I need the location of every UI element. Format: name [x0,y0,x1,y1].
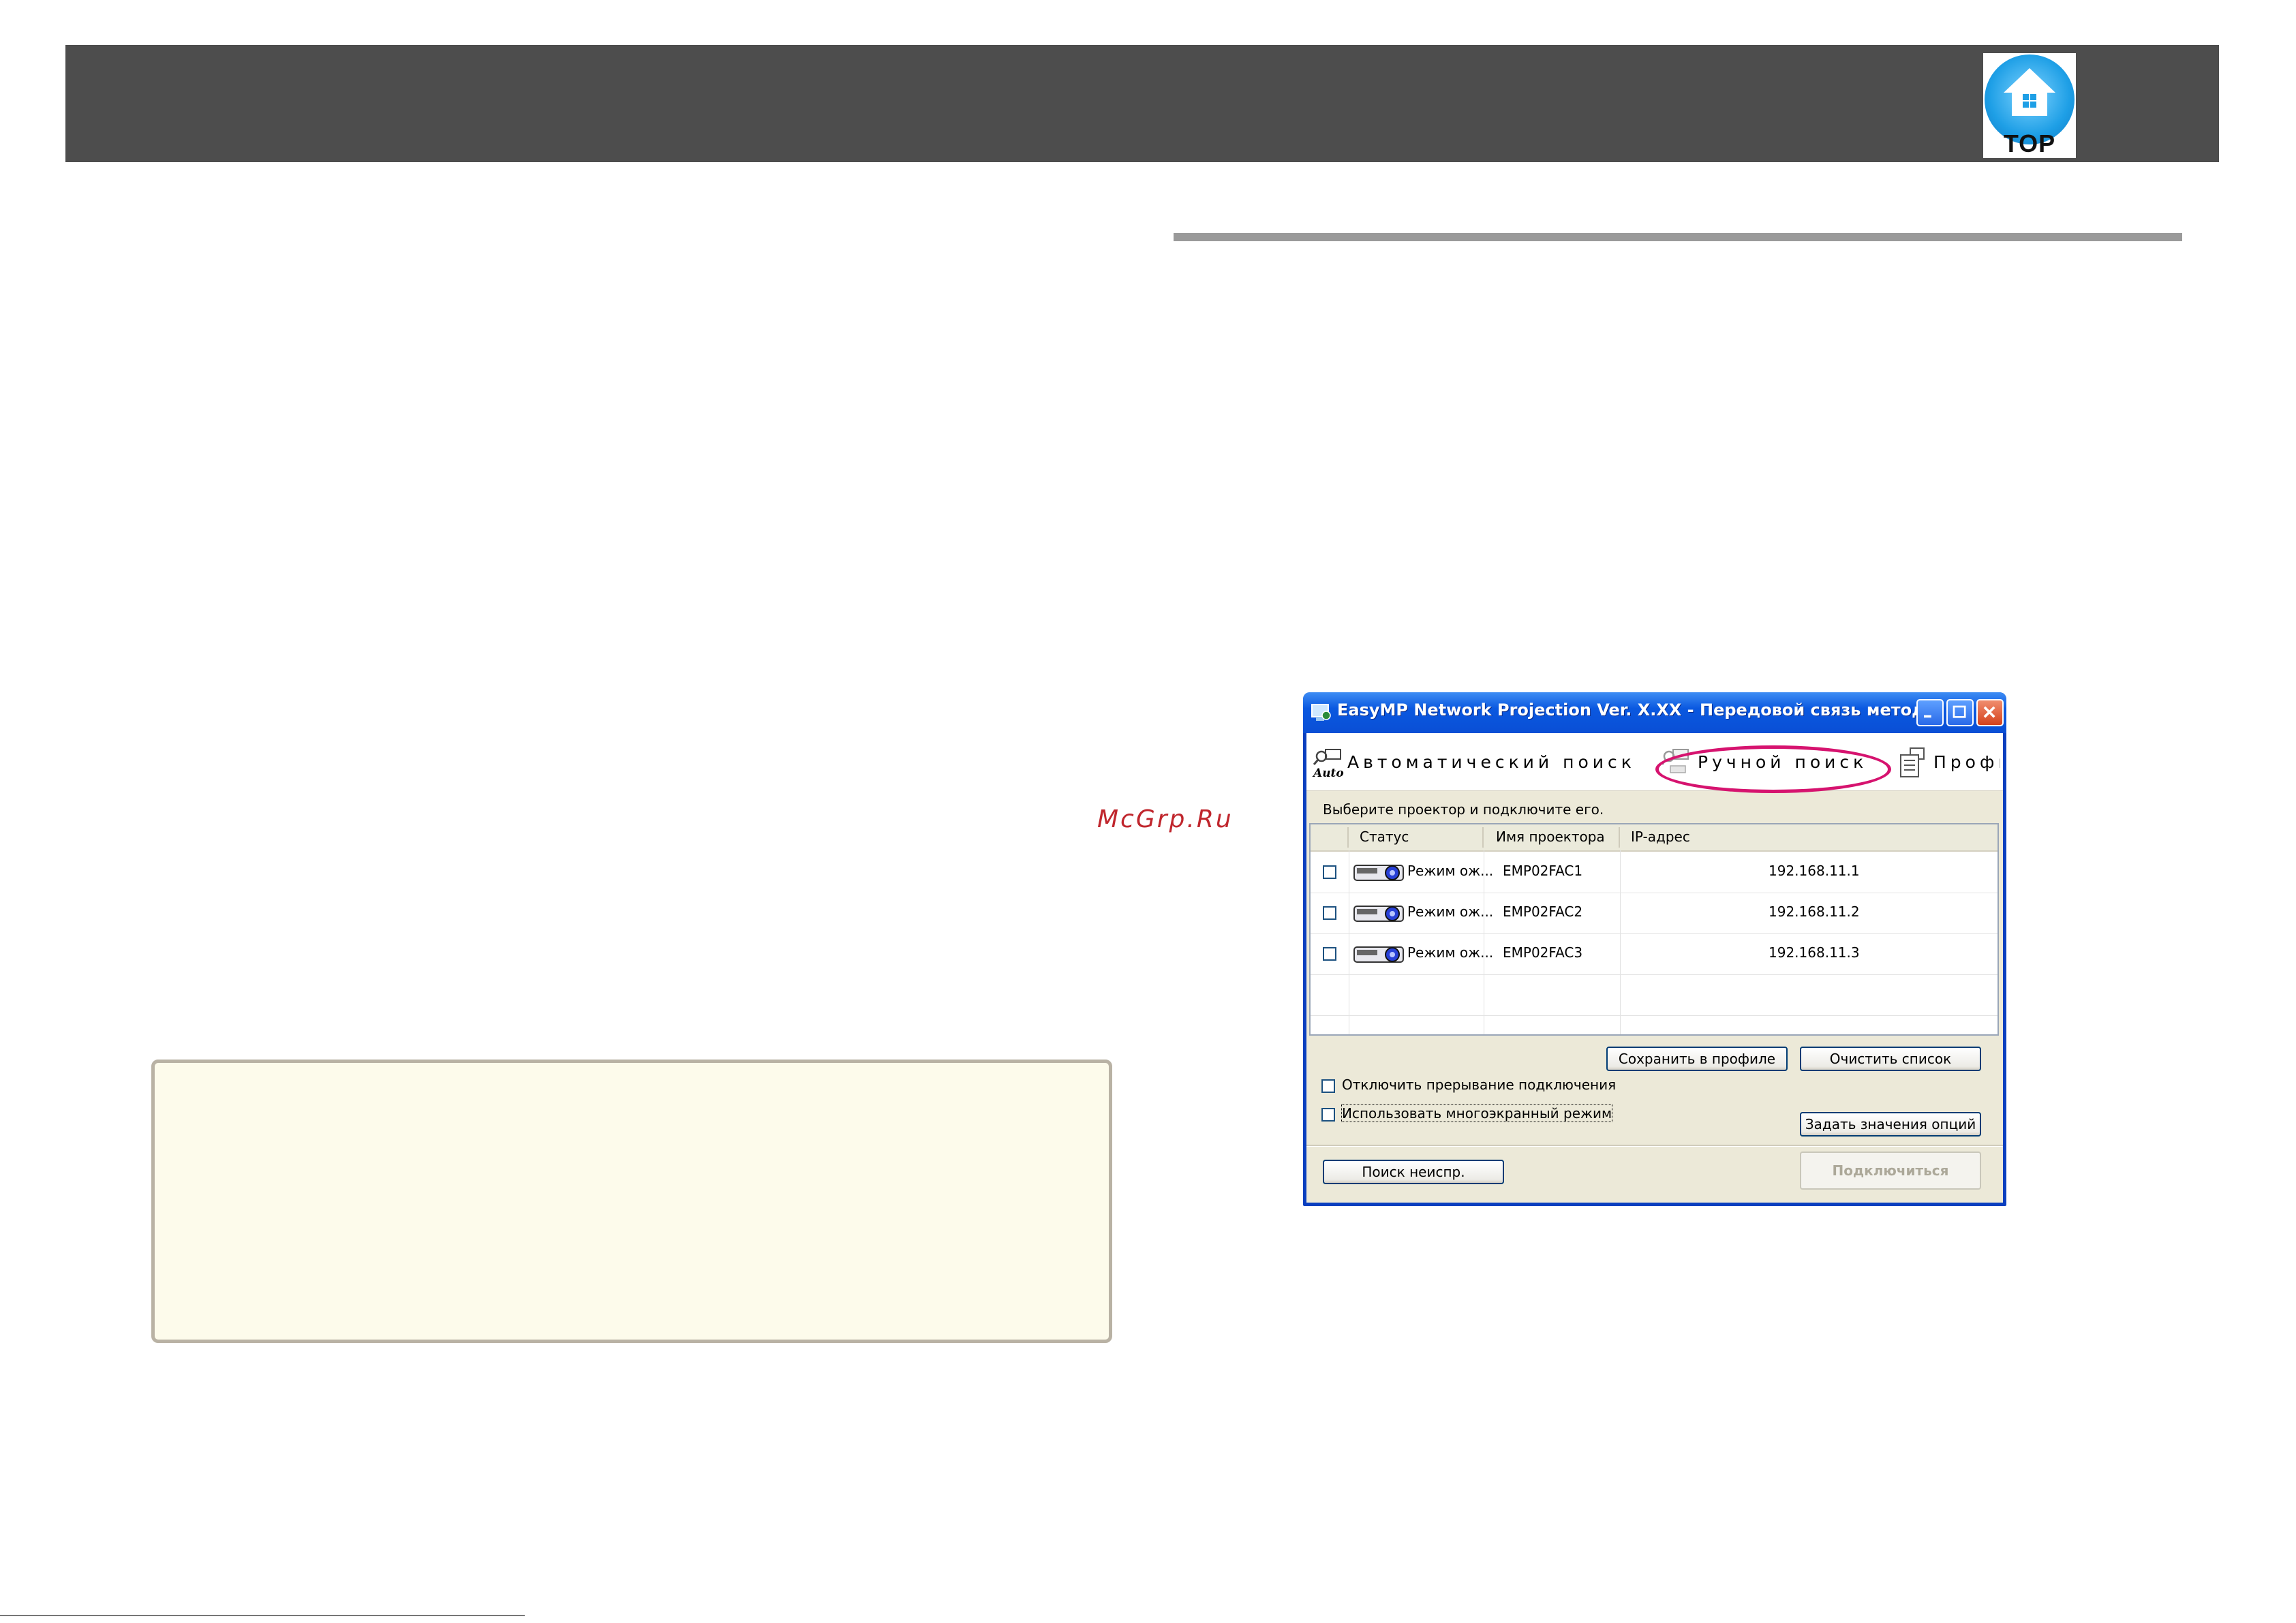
footer-separator [1306,1145,2003,1147]
watermark: McGrp.Ru [1097,805,1234,833]
close-icon [1983,706,1995,718]
auto-search-label: Автоматический поиск [1347,752,1636,772]
column-divider [1347,827,1349,848]
row-status: Режим ож... [1407,863,1494,879]
column-header-ip[interactable]: IP-адрес [1631,829,1690,845]
set-options-button[interactable]: Задать значения опций [1800,1112,1981,1137]
projector-list[interactable]: Статус Имя проектора IP-адрес Режим ож..… [1309,823,1999,1036]
table-row[interactable]: Режим ож... EMP02FAC1 192.168.11.1 [1311,852,1997,893]
note-box [151,1060,1112,1343]
top-logo-label: TOP [2003,129,2056,157]
minimize-button[interactable] [1916,699,1944,726]
row-checkbox[interactable] [1323,906,1336,920]
easymp-window: EasyMP Network Projection Ver. X.XX - Пе… [1303,692,2006,1206]
row-projector-name: EMP02FAC1 [1503,863,1583,879]
multiscreen-checkbox[interactable] [1321,1108,1335,1122]
profile-label: Профи [1933,752,2000,772]
disable-interrupt-checkbox[interactable] [1321,1079,1335,1093]
column-divider [1482,827,1484,848]
save-to-profile-button[interactable]: Сохранить в профиле [1606,1047,1788,1071]
maximize-button[interactable] [1946,699,1974,726]
projector-icon [1353,906,1404,922]
table-row[interactable]: Режим ож... EMP02FAC3 192.168.11.3 [1311,933,1997,975]
multiscreen-label: Использовать многоэкранный режим [1341,1104,1613,1122]
row-ip-address: 192.168.11.3 [1769,944,1860,961]
column-header-name[interactable]: Имя проектора [1496,829,1605,845]
table-header: Статус Имя проектора IP-адрес [1311,824,1997,852]
column-header-status[interactable]: Статус [1360,829,1409,845]
tab-profile[interactable]: Профи [1898,745,2000,781]
table-row-empty [1311,974,1997,1016]
clear-list-button[interactable]: Очистить список [1800,1047,1981,1071]
close-button[interactable] [1976,699,2004,726]
column-divider [1619,827,1620,848]
minimize-icon [1924,715,1931,718]
row-ip-address: 192.168.11.1 [1769,863,1860,879]
row-checkbox[interactable] [1323,947,1336,961]
section-rule [1174,233,2182,241]
disable-interrupt-label: Отключить прерывание подключения [1342,1077,1617,1093]
instruction-text: Выберите проектор и подключите его. [1323,801,1604,818]
home-icon [2004,68,2055,116]
window-client-area: Auto Автоматический поиск Ручной поиск П… [1306,733,2003,1203]
projector-icon [1353,865,1404,881]
row-projector-name: EMP02FAC3 [1503,944,1583,961]
row-ip-address: 192.168.11.2 [1769,903,1860,920]
window-title: EasyMP Network Projection Ver. X.XX - Пе… [1337,700,1938,720]
projector-icon [1353,946,1404,963]
row-status: Режим ож... [1407,944,1494,961]
search-unspecified-button[interactable]: Поиск неиспр. [1323,1160,1504,1184]
connect-button[interactable]: Подключиться [1800,1151,1981,1190]
manual-search-highlight [1655,745,1891,793]
auto-search-icon: Auto [1312,749,1344,779]
header-bar [65,45,2219,162]
profile-icon [1900,747,1925,777]
tab-auto-search[interactable]: Auto Автоматический поиск [1312,745,1639,781]
footer-line [0,1615,525,1616]
row-status: Режим ож... [1407,903,1494,920]
app-icon [1311,704,1331,721]
svg-text:Auto: Auto [1312,767,1344,779]
maximize-icon [1953,705,1966,718]
search-mode-toolbar: Auto Автоматический поиск Ручной поиск П… [1306,733,2003,793]
row-checkbox[interactable] [1323,865,1336,879]
row-projector-name: EMP02FAC2 [1503,903,1583,920]
window-titlebar[interactable]: EasyMP Network Projection Ver. X.XX - Пе… [1303,692,2006,733]
top-link[interactable]: TOP [1983,53,2076,158]
table-row[interactable]: Режим ож... EMP02FAC2 192.168.11.2 [1311,893,1997,934]
